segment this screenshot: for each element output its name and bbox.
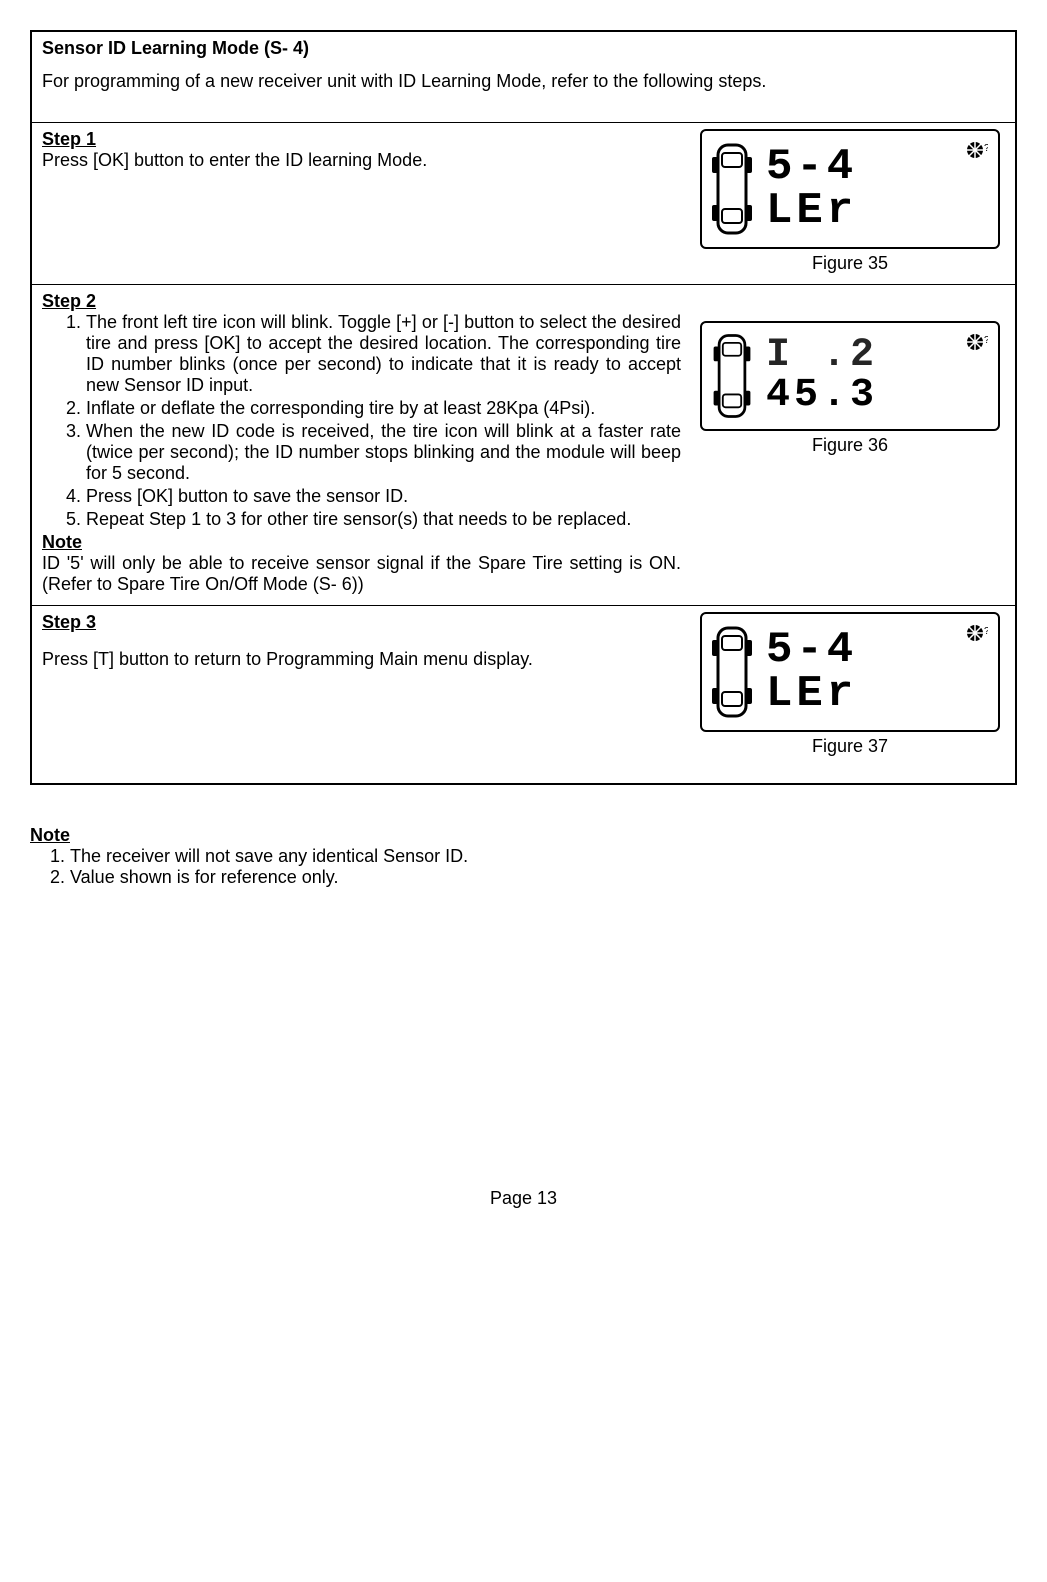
step2-item-5: Repeat Step 1 to 3 for other tire sensor… — [86, 509, 681, 530]
lcd-line1: 5-4 — [766, 145, 857, 189]
step2-label: Step 2 — [42, 291, 96, 311]
section-title: Sensor ID Learning Mode (S- 4) — [42, 38, 1005, 59]
bottom-note-label: Note — [30, 825, 70, 845]
lcd-line1: I .2 — [766, 336, 878, 376]
step3-text: Press [T] button to return to Programmin… — [42, 649, 533, 669]
step1-text: Press [OK] button to enter the ID learni… — [42, 150, 427, 170]
snowflake-icon: ? — [966, 331, 988, 353]
snowflake-icon: ? — [966, 139, 988, 161]
step1-cell: Step 1 Press [OK] button to enter the ID… — [31, 123, 1016, 285]
step2-list: The front left tire icon will blink. Tog… — [42, 312, 681, 530]
section-intro: For programming of a new receiver unit w… — [42, 71, 1005, 92]
step2-cell: Step 2 The front left tire icon will bli… — [31, 285, 1016, 606]
lcd-display-fig35: 5-4 LEr ? — [700, 129, 1000, 249]
lcd-display-fig36: I .2 45.3 ? — [700, 321, 1000, 431]
snowflake-icon: ? — [966, 622, 988, 644]
lcd-display-fig37: 5-4 LEr ? — [700, 612, 1000, 732]
figure36-caption: Figure 36 — [812, 435, 888, 456]
bottom-note-list: The receiver will not save any identical… — [30, 846, 1017, 888]
car-icon — [708, 329, 756, 423]
figure35-caption: Figure 35 — [812, 253, 888, 274]
step2-item-4: Press [OK] button to save the sensor ID. — [86, 486, 681, 507]
step2-item-1: The front left tire icon will blink. Tog… — [86, 312, 681, 396]
car-icon — [708, 137, 756, 241]
lcd-line1: 5-4 — [766, 628, 857, 672]
step3-label: Step 3 — [42, 612, 96, 632]
svg-text:?: ? — [984, 626, 988, 637]
car-icon — [708, 620, 756, 724]
bottom-note: Note The receiver will not save any iden… — [30, 825, 1017, 888]
step2-item-2: Inflate or deflate the corresponding tir… — [86, 398, 681, 419]
lcd-line2: LEr — [766, 672, 857, 716]
page-number: Page 13 — [30, 1188, 1017, 1209]
lcd-line2: 45.3 — [766, 376, 878, 416]
step1-label: Step 1 — [42, 129, 96, 149]
bottom-note-item-1: The receiver will not save any identical… — [70, 846, 1017, 867]
step3-cell: Step 3 Press [T] button to return to Pro… — [31, 606, 1016, 785]
svg-text:?: ? — [984, 335, 988, 346]
svg-text:?: ? — [984, 143, 988, 154]
step2-note-text: ID '5' will only be able to receive sens… — [42, 553, 681, 594]
bottom-note-item-2: Value shown is for reference only. — [70, 867, 1017, 888]
step2-item-3: When the new ID code is received, the ti… — [86, 421, 681, 484]
lcd-line2: LEr — [766, 189, 857, 233]
step2-note-label: Note — [42, 532, 82, 552]
header-cell: Sensor ID Learning Mode (S- 4) For progr… — [31, 31, 1016, 123]
figure37-caption: Figure 37 — [812, 736, 888, 757]
instructions-table: Sensor ID Learning Mode (S- 4) For progr… — [30, 30, 1017, 785]
